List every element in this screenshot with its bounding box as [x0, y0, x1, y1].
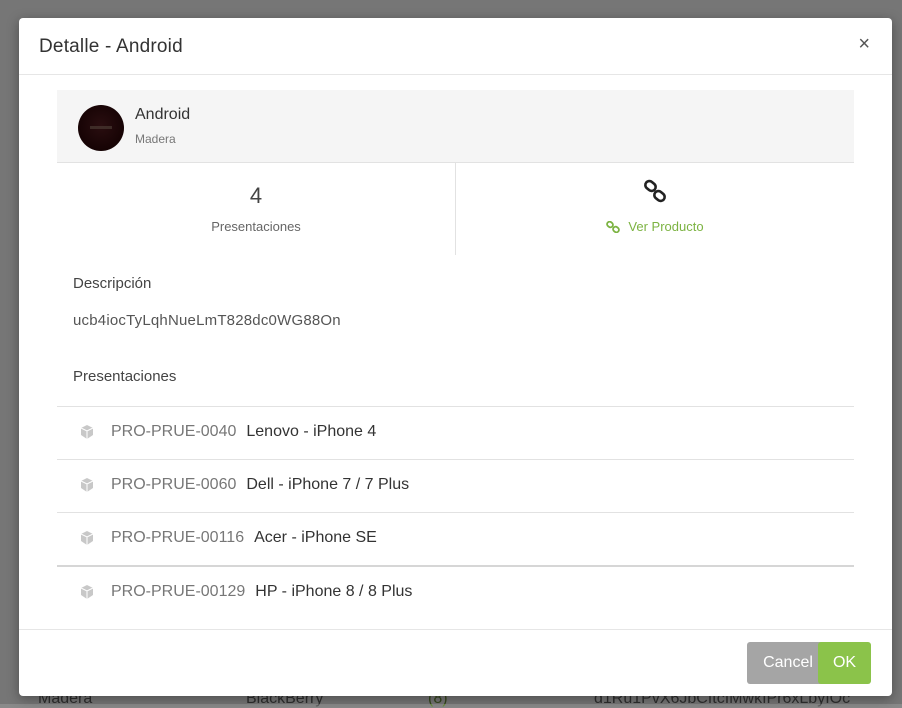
- presentation-item[interactable]: PRO-PRUE-0060 Dell - iPhone 7 / 7 Plus: [57, 459, 854, 512]
- presentation-code: PRO-PRUE-0060: [111, 476, 237, 493]
- presentation-name: Acer - iPhone SE: [254, 529, 377, 546]
- presentation-name: HP - iPhone 8 / 8 Plus: [255, 583, 413, 600]
- presentation-item[interactable]: PRO-PRUE-00116 Acer - iPhone SE: [57, 512, 854, 565]
- ver-producto-label: Ver Producto: [628, 219, 704, 234]
- cube-icon: [80, 425, 94, 439]
- link-icon[interactable]: [643, 179, 667, 203]
- product-category: Madera: [135, 132, 176, 146]
- description-label: Descripción: [73, 275, 152, 292]
- presentaciones-stat: 4 Presentaciones: [57, 163, 456, 255]
- presentation-code: PRO-PRUE-0040: [111, 423, 237, 440]
- cube-icon: [80, 478, 94, 492]
- close-icon[interactable]: ×: [858, 32, 870, 56]
- cube-icon: [80, 585, 94, 599]
- ver-producto-link[interactable]: Ver Producto: [456, 219, 854, 234]
- ver-producto-stat: Ver Producto: [456, 163, 854, 255]
- ok-button[interactable]: OK: [818, 642, 871, 684]
- presentation-item[interactable]: PRO-PRUE-0040 Lenovo - iPhone 4: [57, 406, 854, 459]
- stats-row: 4 Presentaciones Ver Producto: [57, 163, 854, 255]
- modal-header: Detalle - Android ×: [19, 18, 892, 75]
- link-small-icon: [606, 220, 621, 234]
- presentation-code: PRO-PRUE-00116: [111, 529, 245, 546]
- presentaciones-list: PRO-PRUE-0040 Lenovo - iPhone 4 PRO-PRUE-…: [57, 406, 854, 619]
- product-name: Android: [135, 106, 191, 123]
- presentation-code: PRO-PRUE-00129: [111, 583, 246, 600]
- modal-title: Detalle - Android: [39, 36, 183, 57]
- detail-modal: Detalle - Android × Android Madera 4 Pre…: [19, 18, 892, 696]
- modal-footer: Cancel OK: [19, 629, 892, 696]
- presentaciones-count: 4: [249, 183, 263, 208]
- cancel-button[interactable]: Cancel: [747, 642, 829, 684]
- presentation-name: Lenovo - iPhone 4: [246, 423, 377, 440]
- product-header: Android Madera: [57, 90, 854, 163]
- product-avatar: [78, 105, 124, 151]
- description-value: ucb4iocTyLqhNueLmT828dc0WG88On: [73, 312, 341, 329]
- avatar-logo-mark: [90, 126, 112, 129]
- presentation-item[interactable]: PRO-PRUE-00129 HP - iPhone 8 / 8 Plus: [57, 565, 854, 619]
- cube-icon: [80, 531, 94, 545]
- presentaciones-stat-label: Presentaciones: [211, 219, 301, 234]
- presentaciones-label: Presentaciones: [73, 368, 177, 385]
- presentation-name: Dell - iPhone 7 / 7 Plus: [246, 476, 410, 493]
